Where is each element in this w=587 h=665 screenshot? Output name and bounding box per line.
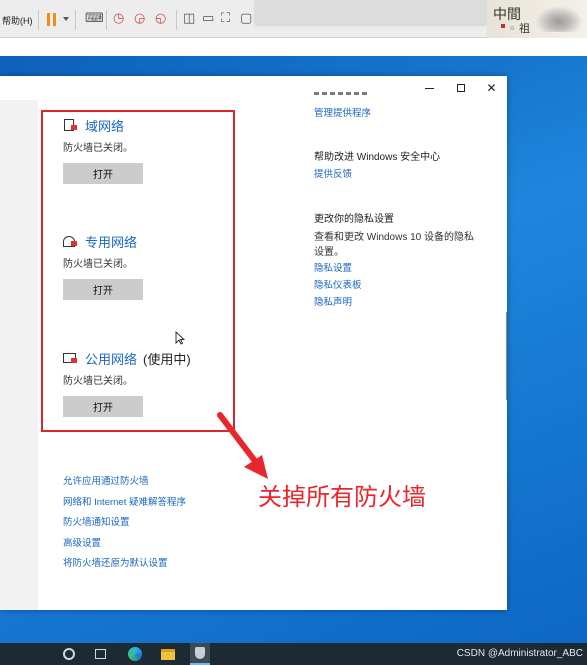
- public-network-turn-on-button[interactable]: 打开: [63, 396, 143, 417]
- nav-sidebar: [0, 100, 38, 610]
- restore-defaults-link[interactable]: 将防火墙还原为默认设置: [63, 554, 186, 575]
- help-menu[interactable]: 帮助(H): [2, 14, 33, 27]
- toolbar-divider: [106, 10, 107, 30]
- close-button[interactable]: ✕: [476, 76, 507, 100]
- private-network-status: 防火墙已关闭。: [63, 259, 133, 270]
- sidebar-toggle-icon[interactable]: ◫: [183, 11, 195, 25]
- file-explorer-icon[interactable]: [161, 649, 175, 660]
- privacy-settings-link[interactable]: 隐私设置: [314, 260, 484, 277]
- seal-mark: [501, 24, 505, 28]
- chevron-down-icon[interactable]: [63, 17, 69, 21]
- private-network-icon: [63, 235, 77, 247]
- maximize-button[interactable]: [445, 76, 476, 100]
- pause-icon[interactable]: [47, 13, 57, 26]
- search-icon[interactable]: [63, 648, 75, 660]
- domain-network-link[interactable]: 域网络: [85, 116, 124, 135]
- right-panel: 管理提供程序: [314, 105, 484, 122]
- ink-painting: [535, 6, 583, 32]
- send-keys-icon[interactable]: ⌨: [85, 11, 104, 25]
- minimize-icon: [425, 87, 434, 89]
- help-improve-section: 帮助改进 Windows 安全中心 提供反馈: [314, 150, 484, 183]
- public-network-icon: [63, 352, 77, 364]
- domain-network-status: 防火墙已关闭。: [63, 143, 133, 154]
- vm-canvas-top: [0, 38, 587, 56]
- private-network-turn-on-button[interactable]: 打开: [63, 279, 143, 300]
- private-network-section: 专用网络 防火墙已关闭。 打开: [63, 232, 228, 300]
- privacy-text-cont: 设置。: [314, 247, 344, 258]
- domain-network-icon: [63, 119, 77, 131]
- edge-icon[interactable]: [128, 647, 142, 661]
- unity-icon[interactable]: ▢: [240, 11, 252, 25]
- advanced-settings-link[interactable]: 高级设置: [63, 534, 186, 555]
- manage-providers-link[interactable]: 管理提供程序: [314, 105, 484, 122]
- window-controls: ✕: [414, 76, 507, 100]
- seal-glyph-b: ◦ 祖: [509, 22, 530, 35]
- privacy-section: 更改你的隐私设置 查看和更改 Windows 10 设备的隐私 设置。 隐私设置…: [314, 212, 484, 311]
- firewall-links: 允许应用通过防火墙 网络和 Internet 疑难解答程序 防火墙通知设置 高级…: [63, 472, 186, 575]
- public-network-status: 防火墙已关闭。: [63, 376, 133, 387]
- revert-snapshot-icon[interactable]: ◶: [134, 11, 145, 25]
- mouse-cursor-icon: [175, 331, 185, 345]
- snapshot-icon[interactable]: ◷: [113, 11, 124, 25]
- annotation-arrow-icon: [217, 412, 268, 479]
- privacy-heading: 更改你的隐私设置: [314, 214, 394, 225]
- in-use-label: (使用中): [143, 351, 191, 367]
- domain-network-section: 域网络 防火墙已关闭。 打开: [63, 116, 228, 184]
- toolbar-divider: [176, 10, 177, 30]
- windows-security-icon[interactable]: [190, 643, 210, 665]
- maximize-icon: [456, 84, 465, 92]
- snapshot-manager-icon[interactable]: ◵: [155, 11, 166, 25]
- fullscreen-icon[interactable]: ⛶: [221, 11, 230, 25]
- toolbar-divider: [38, 10, 39, 30]
- privacy-statement-link[interactable]: 隐私声明: [314, 294, 484, 311]
- vm-tab-strip: [255, 0, 487, 24]
- scrollbar[interactable]: [506, 312, 507, 400]
- privacy-text: 查看和更改 Windows 10 设备的隐私: [314, 232, 475, 243]
- public-network-link[interactable]: 公用网络: [85, 349, 137, 368]
- annotation-text: 关掉所有防火墙: [258, 484, 426, 511]
- task-view-icon[interactable]: [95, 649, 106, 659]
- notification-settings-link[interactable]: 防火墙通知设置: [63, 513, 186, 534]
- console-view-icon[interactable]: ▭: [202, 11, 214, 25]
- seal-logo: 中間 ◦ 祖: [487, 0, 587, 38]
- firewall-window: ✕ 域网络 防火墙已关闭。 打开 专用网络 防火墙已关闭。 打开 公用网络 (使…: [0, 76, 507, 610]
- allow-app-link[interactable]: 允许应用通过防火墙: [63, 472, 186, 493]
- domain-network-turn-on-button[interactable]: 打开: [63, 163, 143, 184]
- troubleshooter-link[interactable]: 网络和 Internet 疑难解答程序: [63, 493, 186, 514]
- feedback-link[interactable]: 提供反馈: [314, 166, 484, 183]
- toolbar-divider: [75, 10, 76, 30]
- public-network-section: 公用网络 (使用中) 防火墙已关闭。 打开: [63, 349, 228, 417]
- minimize-button[interactable]: [414, 76, 445, 100]
- vm-toolbar: 帮助(H) ⌨ ◷ ◶ ◵ ◫ ▭ ⛶ ▢ 中間 ◦ 祖: [0, 0, 587, 38]
- help-improve-heading: 帮助改进 Windows 安全中心: [314, 152, 441, 163]
- privacy-dashboard-link[interactable]: 隐私仪表板: [314, 277, 484, 294]
- private-network-link[interactable]: 专用网络: [85, 232, 137, 251]
- clipped-heading: [314, 92, 374, 96]
- watermark: CSDN @Administrator_ABC: [456, 648, 583, 659]
- taskbar: CSDN @Administrator_ABC: [0, 643, 587, 665]
